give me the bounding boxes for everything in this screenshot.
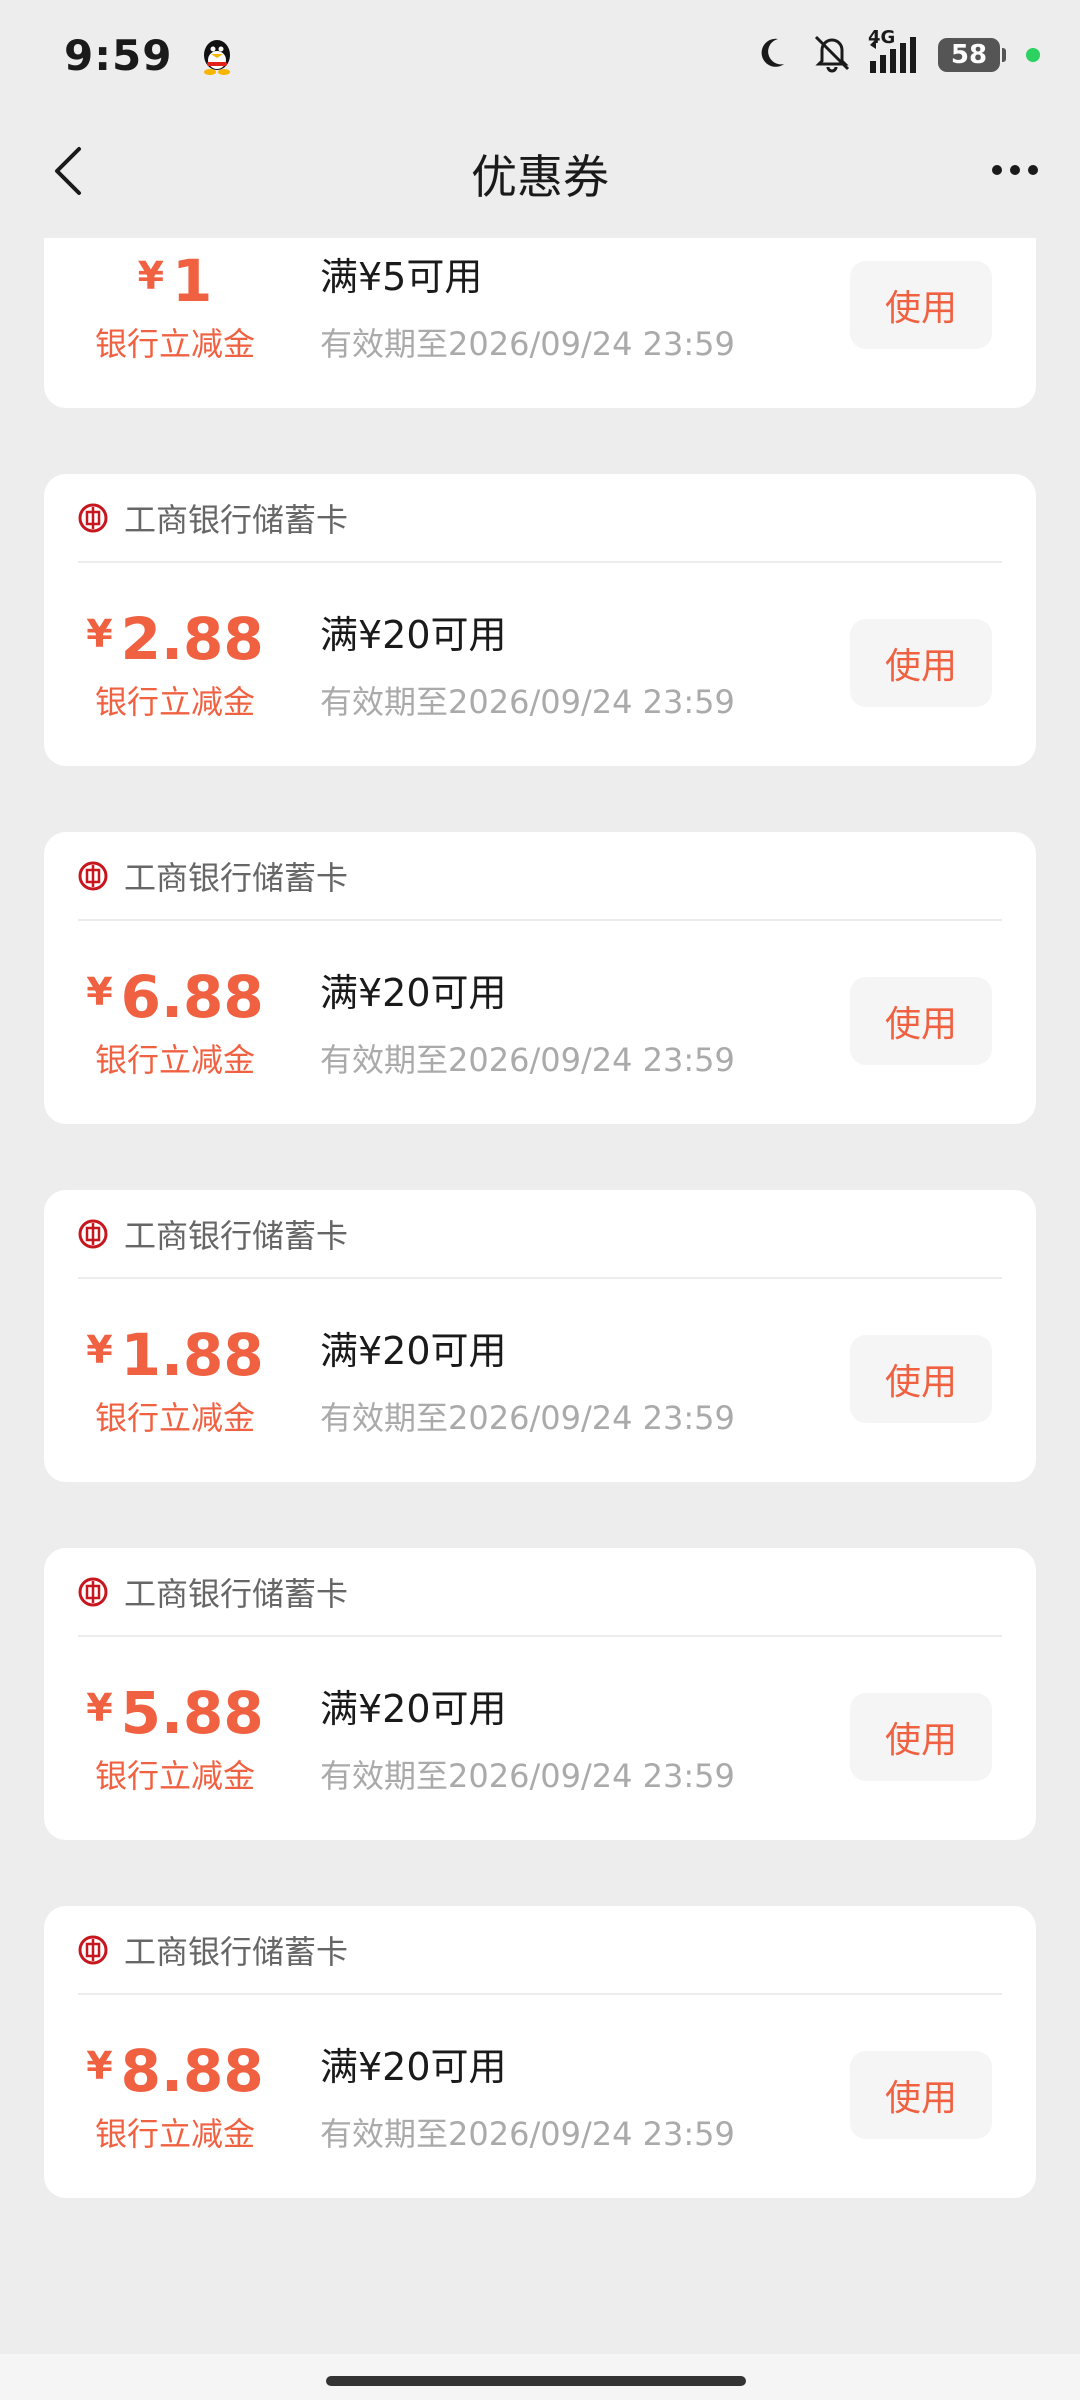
coupon-body: ¥ 1.88 银行立减金 满¥20可用 有效期至2026/09/24 23:59… [44,1279,1036,1480]
icbc-logo-icon [78,1219,108,1249]
home-indicator[interactable] [326,2376,746,2386]
amount-value: 2.88 [120,604,264,673]
coupon-amount: ¥ 2.88 [86,605,264,673]
amount-column: ¥ 1 银行立减金 [44,247,306,365]
more-dot-icon [992,165,1002,175]
coupon-body: ¥ 2.88 银行立减金 满¥20可用 有效期至2026/09/24 23:59… [44,563,1036,764]
coupon-header: 工商银行储蓄卡 [78,1548,1002,1637]
currency-symbol: ¥ [86,1327,113,1372]
coupon-list: 工商银行储蓄卡 ¥ 1 银行立减金 满¥5可用 有效期至2026/09/24 2… [44,238,1036,2264]
use-button[interactable]: 使用 [850,1693,992,1781]
mute-bell-icon [810,33,854,77]
coupon-amount: ¥ 6.88 [86,963,264,1031]
currency-symbol: ¥ [86,611,113,656]
battery-icon: 58 [938,38,1006,72]
coupon-card: 工商银行储蓄卡 ¥ 1.88 银行立减金 满¥20可用 有效期至2026/09/… [44,1190,1036,1482]
amount-label: 银行立减金 [94,1040,255,1079]
amount-column: ¥ 6.88 银行立减金 [44,963,306,1081]
amount-column: ¥ 2.88 银行立减金 [44,605,306,723]
coupon-amount: ¥ 8.88 [86,2037,264,2105]
use-button[interactable]: 使用 [850,619,992,707]
moon-icon [758,34,796,76]
amount-value: 1.88 [120,1320,264,1389]
bank-name: 工商银行储蓄卡 [124,858,349,897]
amount-column: ¥ 1.88 银行立减金 [44,1321,306,1439]
more-dot-icon [1028,165,1038,175]
coupon-amount: ¥ 1 [138,247,213,315]
coupon-body: ¥ 5.88 银行立减金 满¥20可用 有效期至2026/09/24 23:59… [44,1637,1036,1838]
page-title: 优惠券 [471,150,609,204]
coupon-card: 工商银行储蓄卡 ¥ 2.88 银行立减金 满¥20可用 有效期至2026/09/… [44,474,1036,766]
chevron-left-icon [55,147,81,195]
use-button[interactable]: 使用 [850,977,992,1065]
coupon-header: 工商银行储蓄卡 [78,1906,1002,1995]
currency-symbol: ¥ [86,1685,113,1730]
amount-label: 银行立减金 [94,1756,255,1795]
status-time: 9:59 [64,30,173,80]
coupon-amount: ¥ 1.88 [86,1321,264,1389]
amount-value: 8.88 [120,2036,264,2105]
use-button[interactable]: 使用 [850,2051,992,2139]
bank-name: 工商银行储蓄卡 [124,500,349,539]
currency-symbol: ¥ [137,253,165,298]
amount-column: ¥ 5.88 银行立减金 [44,1679,306,1797]
amount-value: 5.88 [120,1678,264,1747]
icbc-logo-icon [78,861,108,891]
battery-level: 58 [950,40,988,70]
amount-label: 银行立减金 [94,324,255,363]
coupon-header: 工商银行储蓄卡 [78,832,1002,921]
coupon-amount: ¥ 5.88 [86,1679,264,1747]
amount-value: 6.88 [120,962,264,1031]
amount-label: 银行立减金 [94,2114,255,2153]
network-type: 4G [868,27,896,48]
currency-symbol: ¥ [86,969,113,1014]
coupon-card: 工商银行储蓄卡 ¥ 6.88 银行立减金 满¥20可用 有效期至2026/09/… [44,832,1036,1124]
privacy-indicator-dot [1026,48,1040,62]
status-left: 9:59 [64,31,236,80]
status-bar: 9:59 4G 58 [0,0,1080,110]
coupon-card: 工商银行储蓄卡 ¥ 5.88 银行立减金 满¥20可用 有效期至2026/09/… [44,1548,1036,1840]
use-button[interactable]: 使用 [850,261,992,349]
amount-label: 银行立减金 [94,1398,255,1437]
bank-name: 工商银行储蓄卡 [124,1932,349,1971]
coupon-card: 工商银行储蓄卡 ¥ 1 银行立减金 满¥5可用 有效期至2026/09/24 2… [44,238,1036,408]
icbc-logo-icon [78,1577,108,1607]
icbc-logo-icon [78,1935,108,1965]
coupon-card: 工商银行储蓄卡 ¥ 8.88 银行立减金 满¥20可用 有效期至2026/09/… [44,1906,1036,2198]
status-right: 4G 58 [758,27,1040,77]
nav-bar: 优惠券 [0,110,1080,238]
back-button[interactable] [38,136,98,206]
amount-column: ¥ 8.88 银行立减金 [44,2037,306,2155]
bank-name: 工商银行储蓄卡 [124,1216,349,1255]
currency-symbol: ¥ [86,2043,113,2088]
coupon-body: ¥ 1 银行立减金 满¥5可用 有效期至2026/09/24 23:59 使用 [44,238,1036,406]
icbc-logo-icon [78,503,108,533]
coupon-scroll-area[interactable]: 工商银行储蓄卡 ¥ 1 银行立减金 满¥5可用 有效期至2026/09/24 2… [0,238,1080,2354]
more-dot-icon [1010,165,1020,175]
amount-value: 1 [172,246,213,315]
coupon-body: ¥ 6.88 银行立减金 满¥20可用 有效期至2026/09/24 23:59… [44,921,1036,1122]
bank-name: 工商银行储蓄卡 [124,1574,349,1613]
use-button[interactable]: 使用 [850,1335,992,1423]
amount-label: 银行立减金 [94,682,255,721]
signal-icon: 4G [868,27,924,75]
qq-penguin-icon [198,35,236,75]
coupon-body: ¥ 8.88 银行立减金 满¥20可用 有效期至2026/09/24 23:59… [44,1995,1036,2196]
coupon-header: 工商银行储蓄卡 [78,474,1002,563]
more-button[interactable] [980,140,1050,200]
coupon-header: 工商银行储蓄卡 [78,1190,1002,1279]
gesture-bar [0,2354,1080,2400]
